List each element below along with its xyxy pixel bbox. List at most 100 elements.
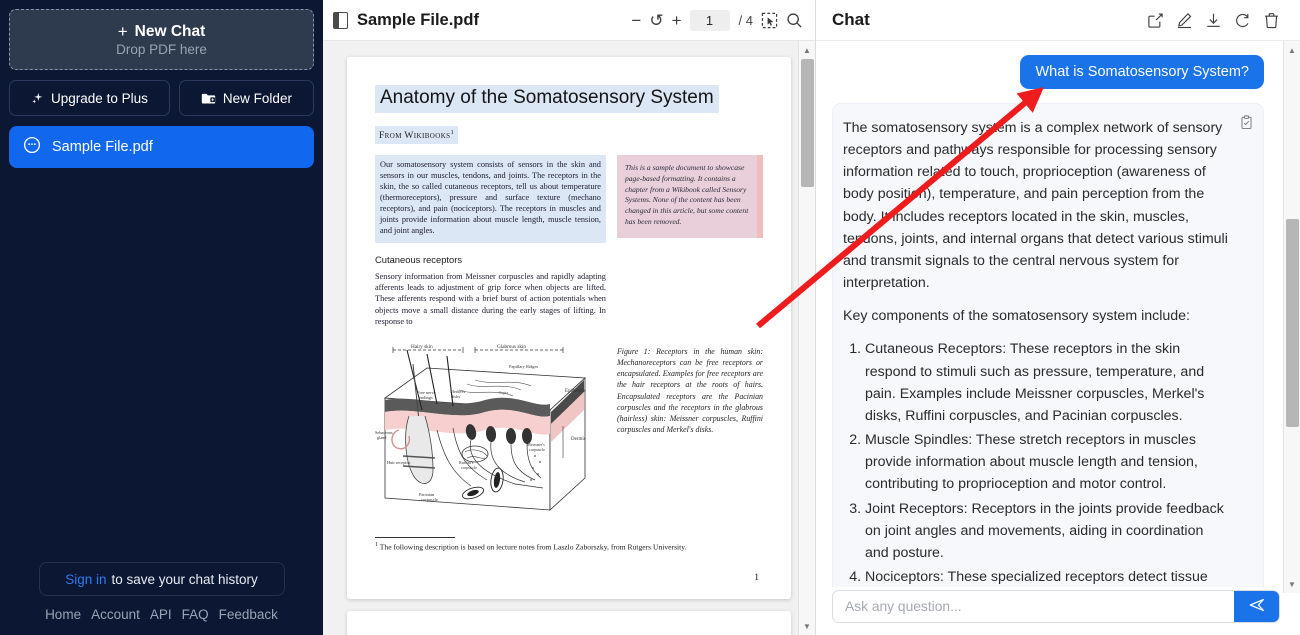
pdf-file-title: Sample File.pdf — [357, 10, 479, 29]
list-item: Muscle Spindles: These stretch receptors… — [865, 429, 1229, 495]
chat-scroll-thumb[interactable] — [1286, 219, 1299, 427]
chat-scroll-down-arrow-icon[interactable]: ▼ — [1284, 577, 1300, 591]
document-source-text: From Wikibooks — [379, 131, 451, 142]
svg-text:corpuscle: corpuscle — [421, 497, 438, 502]
sign-in-button[interactable]: Sign in to save your chat history — [38, 562, 285, 596]
footer-link-api[interactable]: API — [150, 607, 172, 622]
sidebar-button-row: Upgrade to Plus New Folder — [9, 80, 314, 116]
document-intro-paragraph: Our somatosensory system consists of sen… — [375, 155, 606, 243]
new-chat-title: + New Chat — [118, 23, 206, 41]
zoom-in-button[interactable]: + — [672, 12, 682, 29]
assistant-message-bubble: The somatosensory system is a complex ne… — [832, 103, 1264, 587]
document-source-footnote-marker: 1 — [450, 128, 455, 136]
svg-text:endings: endings — [419, 395, 433, 400]
chat-pane: Chat What is Somatosensory System? The s… — [816, 0, 1300, 635]
zoom-out-button[interactable]: − — [631, 12, 641, 29]
footer-link-account[interactable]: Account — [91, 607, 140, 622]
new-chat-dropzone[interactable]: + New Chat Drop PDF here — [9, 9, 314, 70]
sidebar-footer: Sign in to save your chat history Home A… — [9, 562, 314, 635]
sidebar: + New Chat Drop PDF here Upgrade to Plus — [0, 0, 323, 635]
user-message-row: What is Somatosensory System? — [832, 55, 1264, 89]
chat-input-bar — [816, 587, 1300, 635]
copy-clipboard-icon[interactable] — [1239, 115, 1254, 137]
pdf-vertical-scrollbar[interactable]: ▲ ▼ — [798, 41, 815, 635]
svg-text:Glabrous skin: Glabrous skin — [497, 344, 526, 350]
sign-in-link-label[interactable]: Sign in — [65, 572, 106, 587]
chat-message-list: What is Somatosensory System? The somato… — [816, 41, 1300, 587]
download-icon[interactable] — [1205, 12, 1222, 29]
svg-text:corpuscle: corpuscle — [529, 447, 545, 452]
document-figure-row: Hairy skin Glabrous skin Free nerve endi… — [375, 337, 763, 523]
svg-text:gland: gland — [377, 435, 387, 440]
page-total-label: / 4 — [738, 12, 753, 28]
footer-link-faq[interactable]: FAQ — [182, 607, 209, 622]
pdf-title-group: Sample File.pdf — [333, 11, 479, 30]
scroll-up-arrow-icon[interactable]: ▲ — [799, 43, 815, 57]
document-source: From Wikibooks1 — [375, 125, 459, 145]
sparkle-icon — [31, 92, 44, 105]
figure-caption-wrap: Figure 1: Receptors in the human skin: M… — [617, 338, 763, 436]
share-icon[interactable] — [1147, 12, 1164, 29]
search-icon[interactable] — [786, 12, 803, 29]
new-folder-label: New Folder — [222, 90, 292, 106]
chat-action-icons — [1147, 12, 1280, 29]
document-section-paragraph: Sensory information from Meissner corpus… — [375, 271, 606, 327]
chat-question-input[interactable] — [833, 590, 1234, 622]
list-item: Cutaneous Receptors: These receptors in … — [865, 338, 1229, 427]
svg-text:Papillary Ridges: Papillary Ridges — [509, 364, 538, 369]
area-select-icon[interactable] — [761, 12, 778, 29]
svg-text:Dermis: Dermis — [571, 437, 586, 442]
figure-caption: Figure 1: Receptors in the human skin: M… — [616, 346, 763, 435]
new-folder-button[interactable]: New Folder — [178, 80, 314, 116]
upgrade-to-plus-button[interactable]: Upgrade to Plus — [9, 80, 170, 116]
document-main-column: Our somatosensory system consists of sen… — [375, 155, 606, 328]
svg-text:Epidermis: Epidermis — [565, 389, 586, 394]
svg-text:corpuscle: corpuscle — [461, 465, 477, 470]
rotate-icon[interactable]: ↺ — [649, 12, 663, 29]
new-chat-label: New Chat — [134, 22, 206, 40]
assistant-paragraph-2: Key components of the somatosensory syst… — [843, 308, 1190, 325]
chat-vertical-scrollbar[interactable]: ▲ ▼ — [1283, 41, 1300, 593]
pdf-page-2 — [347, 611, 791, 635]
footer-link-feedback[interactable]: Feedback — [219, 607, 278, 622]
document-page-number: 1 — [754, 573, 759, 584]
svg-text:Septa: Septa — [499, 390, 508, 395]
document-section-heading: Cutaneous receptors — [375, 253, 463, 265]
assistant-component-list: Cutaneous Receptors: These receptors in … — [865, 338, 1229, 587]
chat-scroll-up-arrow-icon[interactable]: ▲ — [1284, 43, 1300, 57]
edit-pencil-icon[interactable] — [1176, 12, 1193, 29]
pdf-toolbar: Sample File.pdf − ↺ + / 4 — [323, 0, 815, 41]
pdf-scroll-thumb[interactable] — [801, 59, 814, 187]
page-number-input[interactable] — [689, 9, 730, 31]
scroll-down-arrow-icon[interactable]: ▼ — [799, 619, 815, 633]
pdf-tool-group: − ↺ + / 4 — [631, 9, 803, 31]
assistant-paragraph-1: The somatosensory system is a complex ne… — [843, 120, 1228, 292]
trash-icon[interactable] — [1263, 12, 1280, 29]
user-message-bubble: What is Somatosensory System? — [1020, 55, 1264, 89]
chat-header: Chat — [816, 0, 1300, 41]
send-message-button[interactable] — [1234, 590, 1279, 622]
pdf-scroll-area[interactable]: Anatomy of the Somatosensory System From… — [323, 41, 815, 635]
footnote-divider — [375, 536, 455, 538]
document-columns: Our somatosensory system consists of sen… — [375, 155, 763, 328]
footnote-text: The following description is based on le… — [379, 542, 687, 552]
footer-links: Home Account API FAQ Feedback — [9, 607, 314, 629]
figure-image-wrap: Hairy skin Glabrous skin Free nerve endi… — [375, 337, 606, 523]
skin-anatomy-figure: Hairy skin Glabrous skin Free nerve endi… — [375, 337, 603, 518]
folder-plus-icon — [201, 92, 216, 105]
document-footnote: 1 The following description is based on … — [375, 542, 763, 552]
chat-panel-title: Chat — [832, 10, 870, 29]
pdf-viewer-pane: Sample File.pdf − ↺ + / 4 — [323, 0, 816, 635]
refresh-icon[interactable] — [1234, 12, 1251, 29]
document-sample-note: This is a sample document to showcase pa… — [616, 155, 763, 238]
chat-bubble-icon — [23, 136, 41, 158]
sidebar-file-sample-file-pdf[interactable]: Sample File.pdf — [9, 126, 314, 168]
svg-text:Hairy skin: Hairy skin — [411, 344, 433, 350]
footer-link-home[interactable]: Home — [45, 607, 81, 622]
chat-input-wrap — [832, 589, 1280, 623]
sidebar-toggle-icon[interactable] — [333, 11, 348, 29]
plus-icon: + — [117, 22, 128, 41]
send-paper-plane-icon — [1248, 596, 1266, 617]
footnote-marker: 1 — [375, 541, 378, 548]
sidebar-file-label: Sample File.pdf — [52, 139, 153, 155]
